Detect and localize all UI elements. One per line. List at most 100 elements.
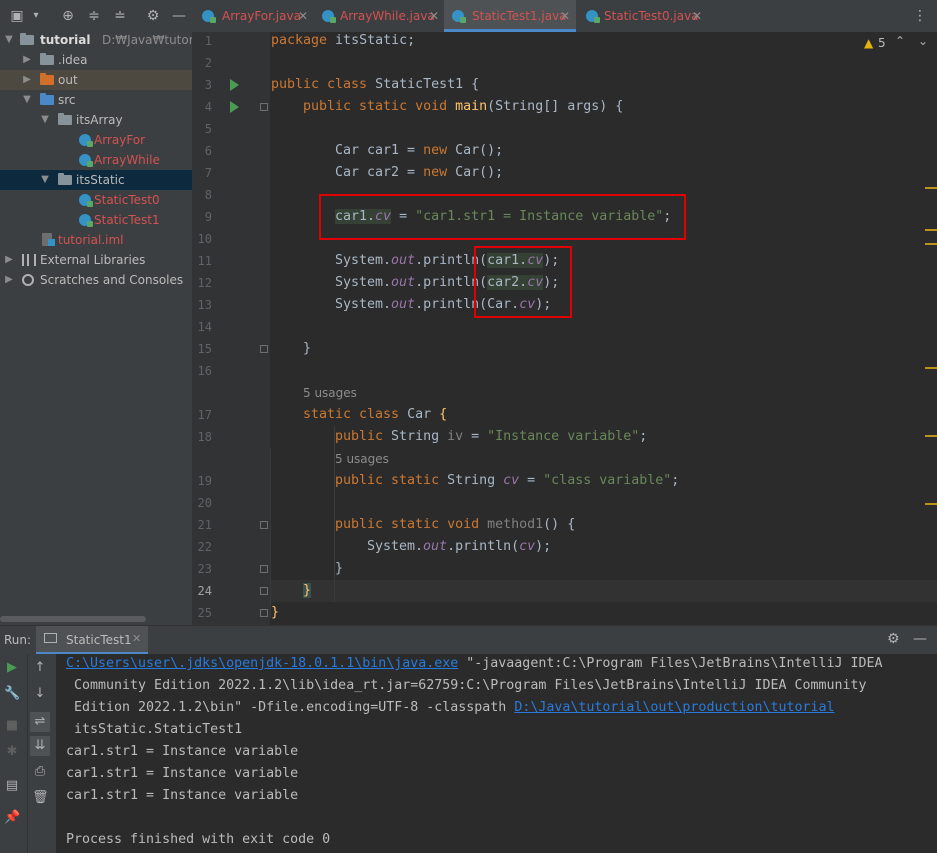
chevron-down-icon[interactable]: ▾ xyxy=(28,8,44,24)
highlight-box-assignment xyxy=(319,194,686,240)
tab-arraywhile[interactable]: ArrayWhile.java ✕ xyxy=(312,0,442,32)
tree-item-label: ArrayFor xyxy=(94,133,146,147)
tree-item-label: External Libraries xyxy=(40,253,146,267)
java-exe-link[interactable]: C:\Users\user\.jdks\openjdk-18.0.1.1\bin… xyxy=(66,656,458,671)
wrench-icon[interactable]: 🔧 xyxy=(4,686,20,702)
chevron-down-icon[interactable]: ▼ xyxy=(39,110,51,130)
close-icon[interactable]: ✕ xyxy=(298,0,308,32)
line-number: 3 xyxy=(204,78,212,92)
stripe-mark[interactable] xyxy=(925,503,937,505)
project-toolbar: ▣ ▾ ⊕ ≑ ≐ ⚙ — xyxy=(0,0,192,32)
caret-line xyxy=(270,580,937,602)
library-icon xyxy=(22,254,36,266)
tree-item-statictest1[interactable]: StaticTest1 xyxy=(0,210,192,230)
gear-icon[interactable]: ⚙ xyxy=(887,631,900,647)
arrow-down-icon[interactable]: ↓ xyxy=(32,686,48,702)
tree-item-src[interactable]: ▼ src xyxy=(0,90,192,110)
close-icon[interactable]: ✕ xyxy=(429,0,439,32)
gear-icon[interactable]: ⚙ xyxy=(145,8,161,24)
chevron-right-icon[interactable]: ▶ xyxy=(3,270,15,290)
line-number: 23 xyxy=(197,562,212,576)
tree-item-label: .idea xyxy=(58,53,88,67)
chevron-right-icon[interactable]: ▶ xyxy=(3,250,15,270)
chevron-right-icon[interactable]: ▶ xyxy=(21,70,33,90)
divider xyxy=(27,654,28,853)
stripe-mark[interactable] xyxy=(925,367,937,369)
tab-statictest0[interactable]: StaticTest0.java ✕ xyxy=(578,0,708,32)
more-vert-icon[interactable]: ⋮ xyxy=(912,8,928,24)
code-line-6: Car car1 = new Car(); xyxy=(335,143,504,158)
tab-run-statictest1[interactable]: StaticTest1 ✕ xyxy=(36,626,148,655)
fold-icon[interactable] xyxy=(260,587,268,595)
run-main-icon[interactable] xyxy=(230,101,239,113)
fold-icon[interactable] xyxy=(260,565,268,573)
run-console[interactable]: C:\Users\user\.jdks\openjdk-18.0.1.1\bin… xyxy=(56,654,937,853)
stripe-mark[interactable] xyxy=(925,243,937,245)
tree-item-scratches[interactable]: ▶ Scratches and Consoles xyxy=(0,270,192,290)
tab-arrayfor[interactable]: ArrayFor.java ✕ xyxy=(192,0,312,32)
classpath-link[interactable]: D:\Java\tutorial\out\production\tutorial xyxy=(514,700,834,715)
tree-item-tutorial-iml[interactable]: tutorial.iml xyxy=(0,230,192,250)
code-editor[interactable]: package itsStatic; public class StaticTe… xyxy=(270,32,937,625)
stop-icon[interactable]: ■ xyxy=(4,718,20,734)
tree-item-external-libraries[interactable]: ▶ External Libraries xyxy=(0,250,192,270)
tree-item-arraywhile[interactable]: ArrayWhile xyxy=(0,150,192,170)
chevron-up-icon[interactable]: ⌃ xyxy=(895,34,905,48)
stripe-mark[interactable] xyxy=(925,187,937,189)
debug-icon[interactable]: ✱ xyxy=(4,744,20,760)
chevron-down-icon[interactable]: ▼ xyxy=(39,170,51,190)
fold-icon[interactable] xyxy=(260,345,268,353)
tree-item-out[interactable]: ▶ out xyxy=(0,70,192,90)
hide-icon[interactable]: — xyxy=(913,631,927,647)
usages-hint[interactable]: 5 usages xyxy=(335,452,389,466)
locate-icon[interactable]: ⊕ xyxy=(60,8,76,24)
tab-statictest1[interactable]: StaticTest1.java ✕ xyxy=(444,0,576,32)
tree-item-arrayfor[interactable]: ArrayFor xyxy=(0,130,192,150)
trash-icon[interactable]: 🗑 xyxy=(32,790,49,806)
chevron-down-icon[interactable]: ⌄ xyxy=(918,34,928,48)
rerun-icon[interactable]: ▶ xyxy=(4,660,20,676)
arrow-up-icon[interactable]: ↑ xyxy=(32,660,48,676)
stripe-mark[interactable] xyxy=(925,435,937,437)
warning-icon[interactable]: ▲ xyxy=(864,36,873,50)
expand-all-icon[interactable]: ≑ xyxy=(86,8,102,24)
line-number: 8 xyxy=(204,188,212,202)
horizontal-scrollbar[interactable] xyxy=(0,616,146,622)
tree-item-itsarray[interactable]: ▼ itsArray xyxy=(0,110,192,130)
project-view-icon[interactable]: ▣ xyxy=(9,8,25,24)
console-line: Community Edition 2022.1.2\lib\idea_rt.j… xyxy=(66,678,867,693)
scroll-to-end-icon[interactable]: ⇊ xyxy=(30,736,50,756)
close-icon[interactable]: ✕ xyxy=(560,0,570,32)
warning-count[interactable]: 5 xyxy=(878,36,886,50)
print-icon[interactable]: ⎙ xyxy=(32,764,48,780)
code-line-22: System.out.println(cv); xyxy=(367,539,552,554)
tree-item-itsstatic[interactable]: ▼ itsStatic xyxy=(0,170,192,190)
line-number: 5 xyxy=(204,122,212,136)
tab-label: StaticTest0.java xyxy=(604,9,699,23)
line-number: 15 xyxy=(197,342,212,356)
layout-icon[interactable]: ▤ xyxy=(4,778,20,794)
java-class-icon xyxy=(79,154,93,167)
hide-icon[interactable]: — xyxy=(171,8,187,24)
chevron-down-icon[interactable]: ▼ xyxy=(21,90,33,110)
fold-icon[interactable] xyxy=(260,103,268,111)
code-line-7: Car car2 = new Car(); xyxy=(335,165,504,180)
tree-item-idea[interactable]: ▶ .idea xyxy=(0,50,192,70)
fold-icon[interactable] xyxy=(260,521,268,529)
usages-hint[interactable]: 5 usages xyxy=(303,386,357,400)
close-icon[interactable]: ✕ xyxy=(692,0,702,32)
code-line-19: public static String cv = "class variabl… xyxy=(335,473,680,488)
tree-item-statictest0[interactable]: StaticTest0 xyxy=(0,190,192,210)
chevron-down-icon[interactable]: ▼ xyxy=(3,30,15,50)
collapse-all-icon[interactable]: ≐ xyxy=(112,8,128,24)
run-class-icon[interactable] xyxy=(230,79,239,91)
chevron-right-icon[interactable]: ▶ xyxy=(21,50,33,70)
close-icon[interactable]: ✕ xyxy=(132,632,141,645)
soft-wrap-icon[interactable]: ⇌ xyxy=(30,712,50,732)
stripe-mark[interactable] xyxy=(925,229,937,231)
line-number: 13 xyxy=(197,298,212,312)
fold-icon[interactable] xyxy=(260,609,268,617)
pin-icon[interactable]: 📌 xyxy=(4,810,20,826)
editor-gutter: 1 2 3 4 5 6 7 8 9 10 11 12 13 14 15 16 1… xyxy=(192,32,270,625)
tree-item-tutorial[interactable]: ▼ tutorial D:₩Java₩tutorial xyxy=(0,30,208,50)
